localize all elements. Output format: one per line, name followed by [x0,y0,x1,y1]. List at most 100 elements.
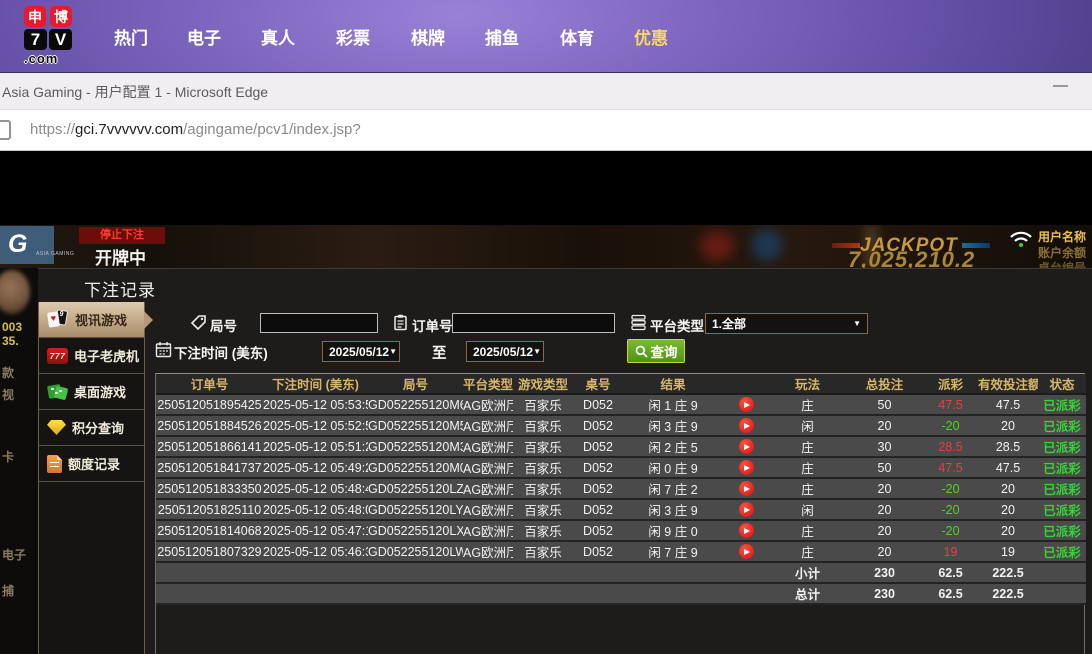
platform-type-select[interactable]: 1.全部 ▼ [705,313,868,334]
cell-round: GD052255120M5 [368,415,463,436]
cell-replay [723,436,769,457]
table-row: 2505120518954252025-05-12 05:53:52GD0522… [156,394,1086,415]
cell-status: 已派彩 [1038,436,1086,457]
cell-round: GD052255120LY [368,499,463,520]
cell-result: 闲 9 庄 0 [623,520,723,541]
play-icon [744,549,750,555]
sidebar-item-quota-records[interactable]: 额度记录 [39,446,144,482]
asia-gaming-logo: G [0,226,54,264]
summary-payout: 62.5 [923,562,978,583]
nav-item-cards[interactable]: 棋牌 [394,24,462,49]
cell-table: D052 [573,457,623,478]
cell-round: GD052255120LX [368,520,463,541]
minimize-button[interactable]: — [1053,77,1068,94]
cell-platform: AG欧洲厅 [463,478,513,499]
cell-replay [723,541,769,562]
date-to-select[interactable]: 2025/05/12 ▼ [466,341,544,362]
cell-replay [723,520,769,541]
replay-button[interactable] [739,481,754,496]
url-host: gci.7vvvvvv.com [75,121,183,138]
cell-payout: 47.5 [923,394,978,415]
nav-item-lottery[interactable]: 彩票 [319,24,387,49]
replay-button[interactable] [739,544,754,559]
jackpot-value: 7,025,210.2 [848,247,975,268]
sidebar: 9♥ 视讯游戏 777 电子老虎机 桌面游戏 积分查询 额 [38,302,145,654]
sidebar-item-live-games[interactable]: 9♥ 视讯游戏 [39,302,144,338]
cell-table: D052 [573,478,623,499]
cell-total: 20 [846,520,923,541]
search-button[interactable]: 查询 [627,339,685,363]
cell-result: 闲 7 庄 2 [623,478,723,499]
grandtotal-row: 总计23062.5222.5 [156,583,1086,604]
cell-time: 2025-05-12 05:51:25 [263,436,368,457]
sidebar-item-table-games[interactable]: 桌面游戏 [39,374,144,410]
date-from-select[interactable]: 2025/05/12 ▼ [322,341,400,362]
col-play: 玩法 [769,374,846,394]
cell-valid: 20 [978,499,1038,520]
round-number-input[interactable] [260,313,378,333]
cell-table: D052 [573,415,623,436]
address-bar[interactable]: https://gci.7vvvvvv.com/agingame/pcv1/in… [0,110,1092,151]
betting-records-panel: 下注记录 9♥ 视讯游戏 777 电子老虎机 桌面游戏 [38,268,1092,654]
cell-result: 闲 7 庄 9 [623,541,723,562]
table-row: 2505120518417372025-05-12 05:49:26GD0522… [156,457,1086,478]
sidebar-item-points-query[interactable]: 积分查询 [39,410,144,446]
round-number-label: 局号 [210,315,237,335]
nav-item-fishing[interactable]: 捕鱼 [468,24,536,49]
replay-button[interactable] [739,397,754,412]
cell-round: GD052255120LW [368,541,463,562]
nav-item-live[interactable]: 真人 [244,24,312,49]
edge-fragment: 35. [2,334,19,348]
url-text[interactable]: https://gci.7vvvvvv.com/agingame/pcv1/in… [30,121,361,138]
nav-item-slots[interactable]: 电子 [170,24,238,49]
edge-fragment: 卡 [2,448,14,465]
replay-button[interactable] [739,460,754,475]
cell-game: 百家乐 [513,520,573,541]
play-icon [744,528,750,534]
cell-replay [723,415,769,436]
cell-blank [156,583,769,604]
replay-button[interactable] [739,439,754,454]
site-logo[interactable]: 申 博 7 V .com [24,6,104,68]
subtotal-row: 小计23062.5222.5 [156,562,1086,583]
cell-play: 庄 [769,478,846,499]
table-row: 2505120518073292025-05-12 05:46:37GD0522… [156,541,1086,562]
order-number-input[interactable] [452,313,615,333]
edge-fragment: 电子 [2,546,26,563]
cell-payout: -20 [923,520,978,541]
cell-round: GD052255120M3 [368,436,463,457]
cell-total: 50 [846,394,923,415]
cell-status: 已派彩 [1038,541,1086,562]
summary-valid: 222.5 [978,562,1038,583]
col-valid: 有效投注额 [978,374,1038,394]
cell-game: 百家乐 [513,478,573,499]
panel-title: 下注记录 [84,276,156,301]
sidebar-item-slot-machines[interactable]: 777 电子老虎机 [39,338,144,374]
edge-fragment: 捕 [2,582,14,599]
diamond-icon [47,420,66,435]
replay-button[interactable] [739,418,754,433]
playing-cards-icon: 9♥ [47,310,69,329]
avatar [0,270,30,314]
replay-button[interactable] [739,523,754,538]
replay-button[interactable] [739,502,754,517]
cell-platform: AG欧洲厅 [463,499,513,520]
nav-item-promo[interactable]: 优惠 [617,24,685,49]
chevron-down-icon: ▼ [533,347,541,356]
window-title: Asia Gaming - 用户配置 1 - Microsoft Edge [2,82,268,102]
cell-platform: AG欧洲厅 [463,436,513,457]
cell-order: 250512051884526 [156,415,263,436]
cell-table: D052 [573,436,623,457]
nav-item-sports[interactable]: 体育 [543,24,611,49]
cell-platform: AG欧洲厅 [463,394,513,415]
play-icon [744,465,750,471]
cell-valid: 20 [978,520,1038,541]
platform-type-value: 1.全部 [712,315,746,332]
summary-label: 总计 [769,583,846,604]
play-icon [744,486,750,492]
date-from-value: 2025/05/12 [329,345,389,359]
cell-time: 2025-05-12 05:49:26 [263,457,368,478]
nav-item-hot[interactable]: 热门 [97,24,165,49]
cell-payout: -20 [923,415,978,436]
cell-valid: 47.5 [978,394,1038,415]
